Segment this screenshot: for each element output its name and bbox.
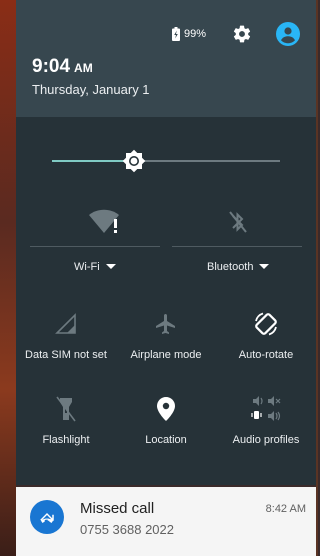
location-tile[interactable]: Location	[116, 394, 216, 446]
airplane-mode-tile[interactable]: Airplane mode	[116, 309, 216, 361]
battery-percent: 99%	[183, 28, 206, 40]
flashlight-icon	[56, 396, 76, 422]
missed-call-notification[interactable]: Missed call 0755 3688 2022 8:42 AM	[16, 487, 316, 556]
brightness-thumb[interactable]	[121, 148, 147, 174]
wallpaper-edge-right	[316, 0, 318, 556]
audio-profiles-label: Audio profiles	[232, 434, 300, 446]
notification-shade: 99% 9:04 AM Thursday, January 1 Wi-Fi Bl…	[16, 0, 316, 485]
battery-indicator: 99%	[171, 27, 206, 41]
data-sim-label: Data SIM not set	[25, 349, 107, 361]
gear-icon	[233, 25, 251, 43]
bluetooth-label: Bluetooth	[207, 261, 254, 273]
status-icons: 99%	[171, 22, 300, 46]
battery-charging-icon	[171, 27, 180, 41]
missed-call-icon	[40, 512, 54, 523]
location-pin-icon	[157, 397, 175, 421]
chevron-down-icon	[259, 264, 270, 269]
cellular-signal-icon	[55, 313, 76, 334]
airplane-icon	[156, 314, 175, 334]
notification-title: Missed call	[80, 500, 155, 517]
date-label[interactable]: Thursday, January 1	[32, 82, 150, 97]
auto-rotate-tile[interactable]: Auto-rotate	[216, 309, 316, 361]
chevron-down-icon	[105, 264, 116, 269]
auto-rotate-icon	[255, 312, 277, 336]
audio-profiles-tile[interactable]: Audio profiles	[216, 394, 316, 446]
clock[interactable]: 9:04 AM	[32, 56, 93, 78]
settings-button[interactable]	[232, 24, 252, 44]
flashlight-label: Flashlight	[42, 434, 90, 446]
wifi-divider	[30, 246, 160, 247]
bluetooth-disabled-icon	[229, 211, 247, 233]
user-account-button[interactable]	[276, 22, 300, 46]
bluetooth-divider	[172, 246, 302, 247]
wifi-label: Wi-Fi	[74, 261, 100, 273]
notification-time: 8:42 AM	[265, 503, 306, 515]
audio-profiles-icon	[251, 396, 281, 421]
location-label: Location	[145, 434, 187, 446]
brightness-icon	[122, 149, 146, 173]
airplane-mode-label: Airplane mode	[130, 349, 202, 361]
wifi-dropdown[interactable]: Wi-Fi	[74, 261, 116, 273]
account-circle-icon	[276, 22, 300, 46]
notification-number: 0755 3688 2022	[80, 522, 174, 537]
data-sim-tile[interactable]: Data SIM not set	[16, 309, 116, 361]
bluetooth-dropdown[interactable]: Bluetooth	[207, 261, 270, 273]
auto-rotate-label: Auto-rotate	[238, 349, 294, 361]
missed-call-avatar	[30, 500, 64, 534]
bluetooth-tile[interactable]	[208, 204, 268, 240]
wifi-no-internet-icon	[89, 209, 119, 233]
clock-time: 9:04	[32, 56, 71, 77]
shade-header: 99% 9:04 AM Thursday, January 1	[16, 0, 316, 117]
flashlight-tile[interactable]: Flashlight	[16, 394, 116, 446]
brightness-slider[interactable]	[52, 148, 280, 174]
wallpaper-edge-left	[0, 0, 16, 556]
wifi-tile[interactable]	[76, 204, 136, 240]
clock-ampm: AM	[74, 61, 93, 75]
